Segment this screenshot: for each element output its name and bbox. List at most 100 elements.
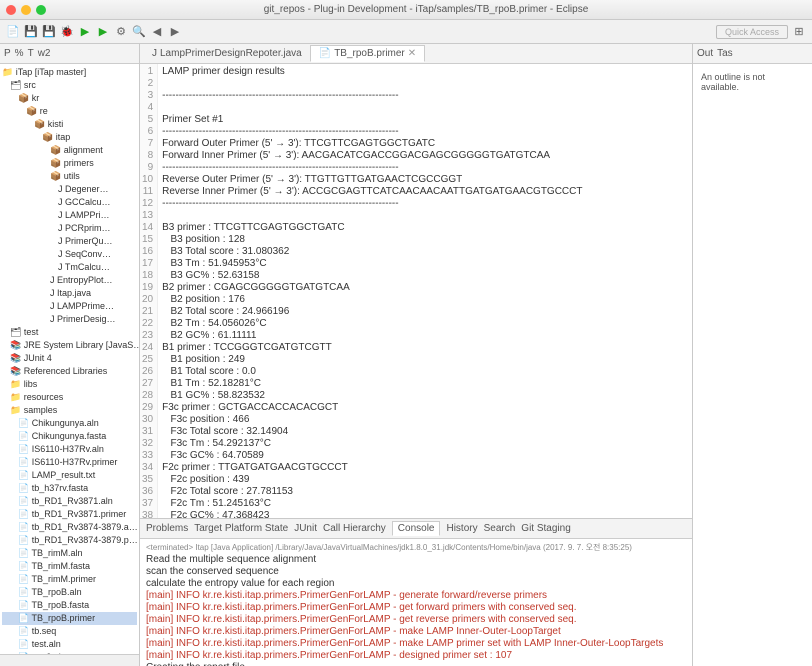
tree-item[interactable]: 📄 Chikungunya.aln (2, 417, 137, 430)
build-icon[interactable]: ⚙ (114, 25, 128, 39)
tree-item[interactable]: J TmCalcu… (2, 261, 137, 274)
save-all-icon[interactable]: 💾 (42, 25, 56, 39)
tree-item[interactable]: J SeqConv… (2, 248, 137, 261)
tree-item[interactable]: 📁 iTap [iTap master] (2, 66, 137, 79)
tree-item[interactable]: J PCRprim… (2, 222, 137, 235)
tree-item[interactable]: 📁 samples (2, 404, 137, 417)
bottom-tab-junit[interactable]: JUnit (294, 523, 317, 534)
tree-item[interactable]: J EntropyPlot… (2, 274, 137, 287)
outline-panel: Out Tas An outline is not available. (692, 44, 812, 666)
editor-tab-primer[interactable]: 📄 TB_rpoB.primer ✕ (310, 45, 425, 62)
console-line: Read the multiple sequence alignment (146, 554, 686, 566)
tree-item[interactable]: 📦 alignment (2, 144, 137, 157)
console-line: calculate the entropy value for each reg… (146, 578, 686, 590)
tree-item[interactable]: 📄 tb_RD1_Rv3874-3879.a… (2, 521, 137, 534)
tree-item[interactable]: J LAMPPrime… (2, 300, 137, 313)
tree-item[interactable]: 📦 primers (2, 157, 137, 170)
titlebar: git_repos - Plug-in Development - iTap/s… (0, 0, 812, 20)
tree-item[interactable]: 📦 re (2, 105, 137, 118)
line-gutter: 1 2 3 4 5 6 7 8 9 10 11 12 13 14 15 16 1… (140, 64, 158, 518)
tree-item[interactable]: J GCCalcu… (2, 196, 137, 209)
tree-item[interactable]: 📄 tb_h37rv.fasta (2, 482, 137, 495)
tree-item[interactable]: 📚 Referenced Libraries (2, 365, 137, 378)
console-view[interactable]: <terminated> Itap [Java Application] /Li… (140, 539, 692, 666)
console-line: [main] INFO kr.re.kisti.itap.primers.Pri… (146, 650, 686, 662)
tree-item[interactable]: 📦 utils (2, 170, 137, 183)
console-line: scan the conserved sequence (146, 566, 686, 578)
editor-tab-label: TB_rpoB.primer (334, 48, 405, 59)
editor-tab-label: LampPrimerDesignRepoter.java (160, 48, 302, 59)
console-line: Creating the report file... (146, 662, 686, 666)
bottom-tab-call-hierarchy[interactable]: Call Hierarchy (323, 523, 386, 534)
tree-item[interactable]: 📄 IS6110-H37Rv.aln (2, 443, 137, 456)
tree-item[interactable]: 📄 TB_rpoB.aln (2, 586, 137, 599)
tree-item[interactable]: J Itap.java (2, 287, 137, 300)
tree-item[interactable]: 📄 LAMP_result.txt (2, 469, 137, 482)
quick-access[interactable]: Quick Access (716, 25, 788, 39)
tree-item[interactable]: 📄 tb.seq (2, 625, 137, 638)
tree-item[interactable]: 🗂 src (2, 79, 137, 92)
tree-item[interactable]: 📄 TB_rpoB.fasta (2, 599, 137, 612)
bottom-tab-search[interactable]: Search (484, 523, 516, 534)
bottom-tab-history[interactable]: History (446, 523, 477, 534)
bottom-tab-git-staging[interactable]: Git Staging (521, 523, 570, 534)
zoom-icon[interactable] (36, 5, 46, 15)
tree-item[interactable]: 📁 resources (2, 391, 137, 404)
tree-item[interactable]: 📚 JUnit 4 (2, 352, 137, 365)
minimize-icon[interactable] (21, 5, 31, 15)
tree-item[interactable]: 📄 TB_rimM.fasta (2, 560, 137, 573)
tab-pkg[interactable]: P (4, 48, 11, 59)
console-line: [main] INFO kr.re.kisti.itap.primers.Pri… (146, 638, 686, 650)
nav-back-icon[interactable]: ◀ (150, 25, 164, 39)
tree-item[interactable]: 📄 TB_rimM.primer (2, 573, 137, 586)
console-line: [main] INFO kr.re.kisti.itap.primers.Pri… (146, 614, 686, 626)
tree-item[interactable]: 📦 kisti (2, 118, 137, 131)
perspective-icon[interactable]: ⊞ (792, 25, 806, 39)
tree-item[interactable]: J PrimerDesig… (2, 313, 137, 326)
project-tree[interactable]: 📁 iTap [iTap master]🗂 src📦 kr📦 re📦 kisti… (0, 64, 139, 654)
close-tab-icon[interactable]: ✕ (408, 48, 416, 59)
tree-item[interactable]: 📚 JRE System Library [JavaS… (2, 339, 137, 352)
tree-item[interactable]: J Degener… (2, 183, 137, 196)
right-tabs: Out Tas (693, 44, 812, 64)
explorer-tabs: P % T w2 (0, 44, 139, 64)
tab-w2[interactable]: w2 (38, 48, 51, 59)
run-icon[interactable]: ▶ (78, 25, 92, 39)
tree-item[interactable]: 📦 itap (2, 131, 137, 144)
tree-item[interactable]: 📄 tb_RD1_Rv3874-3879.p… (2, 534, 137, 547)
editor-tabs: J LampPrimerDesignRepoter.java 📄 TB_rpoB… (140, 44, 692, 64)
tree-item[interactable]: 📁 libs (2, 378, 137, 391)
tree-item[interactable]: J PrimerQu… (2, 235, 137, 248)
tree-item[interactable]: 📄 IS6110-H37Rv.primer (2, 456, 137, 469)
editor-tab-java[interactable]: J LampPrimerDesignRepoter.java (144, 46, 310, 61)
bottom-tab-target-platform-state[interactable]: Target Platform State (194, 523, 288, 534)
tab-outline[interactable]: Out (697, 48, 713, 59)
run-ext-icon[interactable]: ▶ (96, 25, 110, 39)
tree-item[interactable]: 📦 kr (2, 92, 137, 105)
save-icon[interactable]: 💾 (24, 25, 38, 39)
outline-msg: An outline is not available. (693, 64, 812, 666)
nav-fwd-icon[interactable]: ▶ (168, 25, 182, 39)
close-icon[interactable] (6, 5, 16, 15)
bottom-tab-console[interactable]: Console (392, 521, 441, 536)
console-line: [main] INFO kr.re.kisti.itap.primers.Pri… (146, 602, 686, 614)
tree-item[interactable]: 📄 test.aln (2, 638, 137, 651)
tree-item[interactable]: 🗂 test (2, 326, 137, 339)
bottom-tab-problems[interactable]: Problems (146, 523, 188, 534)
console-line: [main] INFO kr.re.kisti.itap.primers.Pri… (146, 590, 686, 602)
text-editor[interactable]: 1 2 3 4 5 6 7 8 9 10 11 12 13 14 15 16 1… (140, 64, 692, 518)
tree-item[interactable]: 📄 TB_rimM.aln (2, 547, 137, 560)
tree-item[interactable]: J LAMPPri… (2, 209, 137, 222)
editor-content[interactable]: LAMP primer design results -------------… (158, 64, 586, 518)
tree-item[interactable]: 📄 TB_rpoB.primer (2, 612, 137, 625)
tree-item[interactable]: 📄 tb_RD1_Rv3871.aln (2, 495, 137, 508)
scrollbar-h[interactable] (0, 654, 139, 666)
new-icon[interactable]: 📄 (6, 25, 20, 39)
tree-item[interactable]: 📄 tb_RD1_Rv3871.primer (2, 508, 137, 521)
tab-t[interactable]: T (28, 48, 34, 59)
search-icon[interactable]: 🔍 (132, 25, 146, 39)
tab-tasks[interactable]: Tas (717, 48, 733, 59)
debug-icon[interactable]: 🐞 (60, 25, 74, 39)
tree-item[interactable]: 📄 Chikungunya.fasta (2, 430, 137, 443)
tab-pct[interactable]: % (15, 48, 24, 59)
